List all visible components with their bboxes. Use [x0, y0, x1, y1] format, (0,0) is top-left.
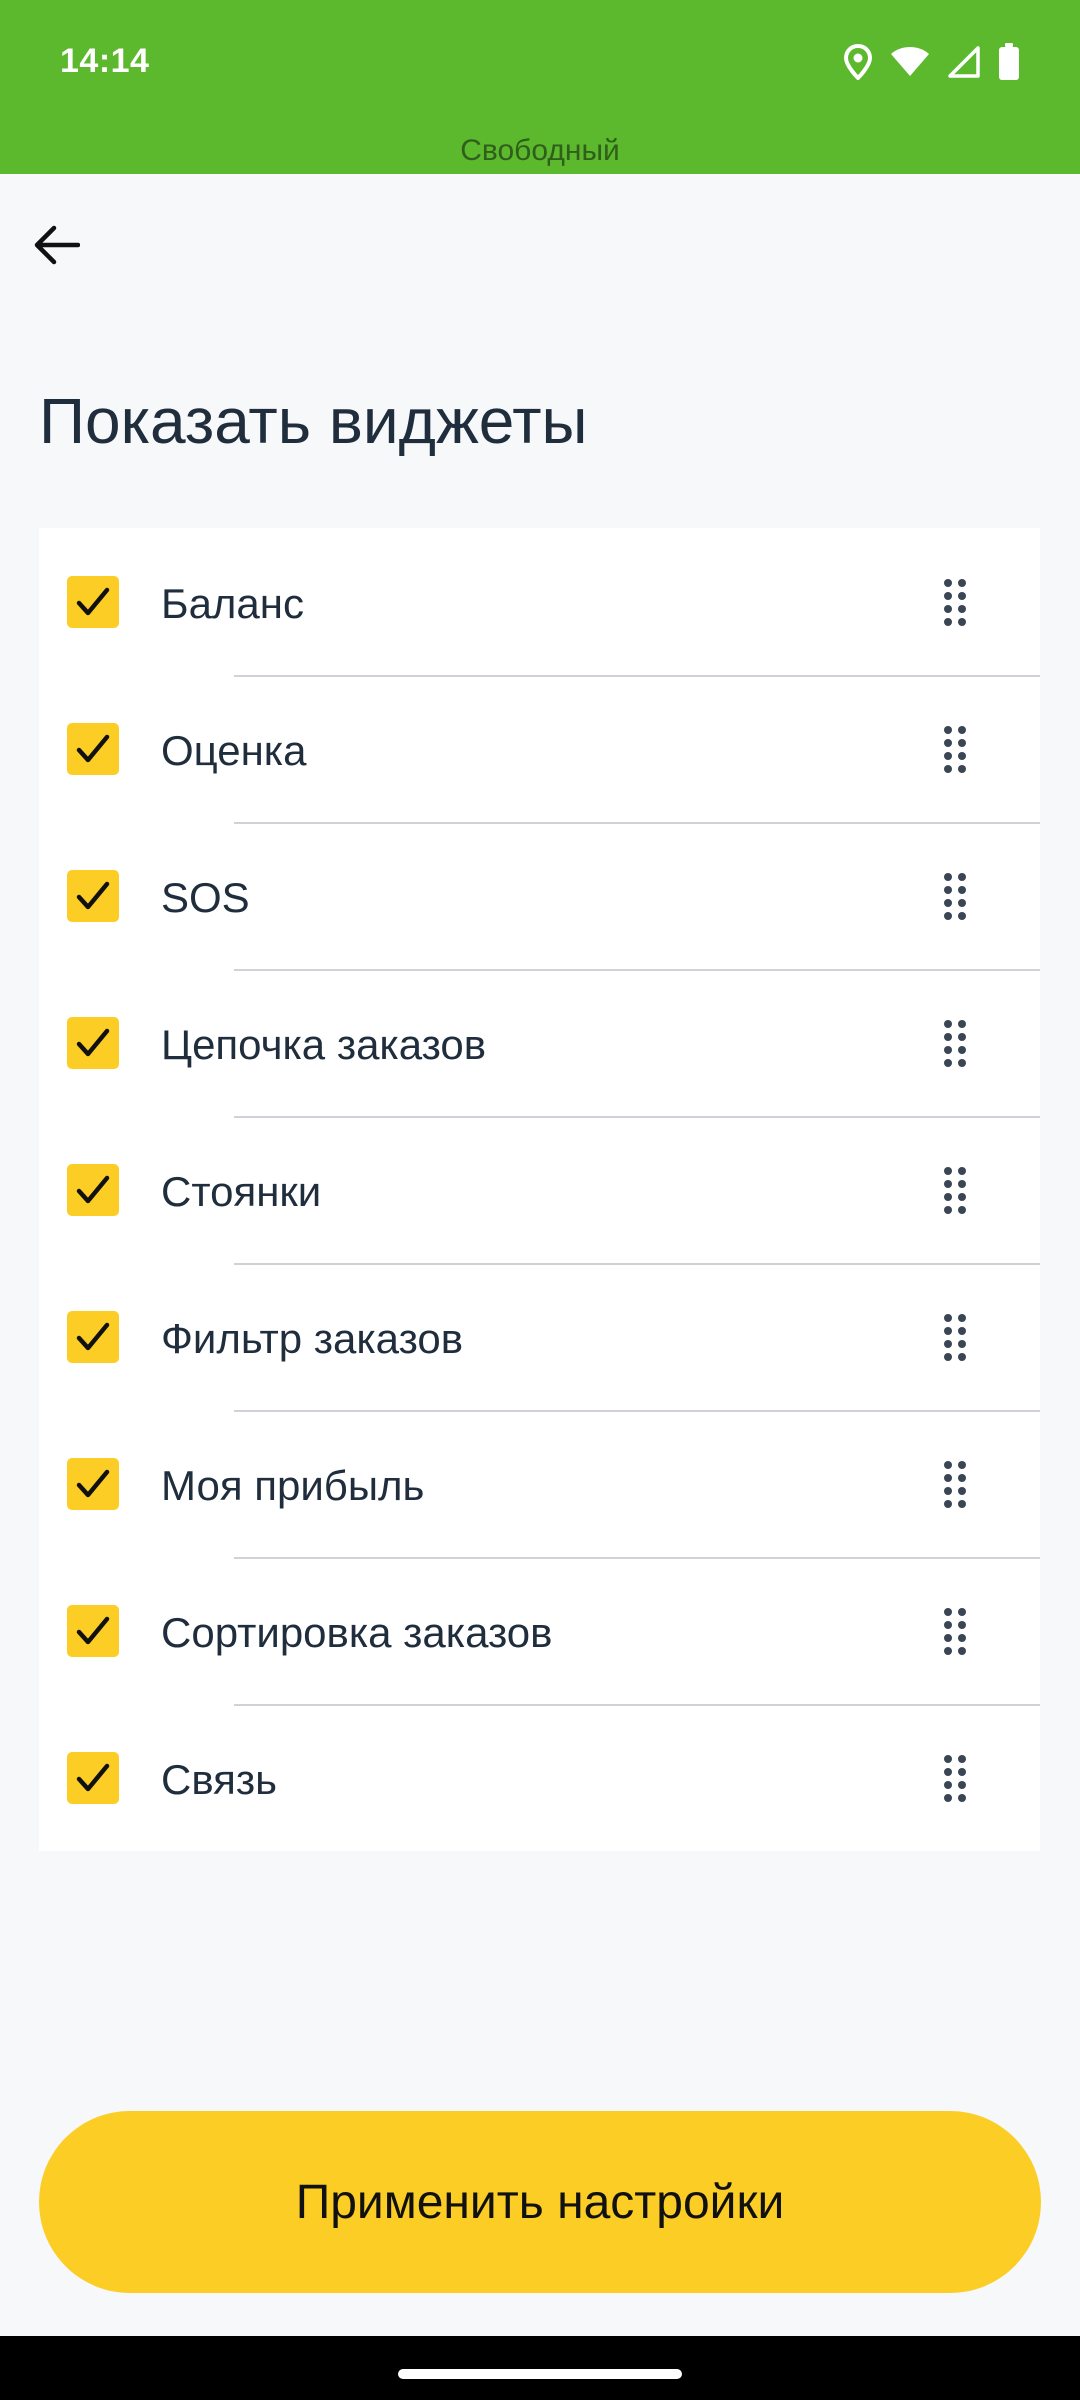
widget-label: Стоянки [161, 1168, 322, 1215]
driver-status-caption: Свободный [460, 134, 620, 167]
apply-settings-button[interactable]: Применить настройки [39, 2111, 1041, 2293]
widget-row-order-sorting[interactable]: Сортировка заказов [39, 1557, 1040, 1704]
status-time: 14:14 [60, 42, 150, 80]
widget-label: Сортировка заказов [161, 1609, 553, 1656]
widget-row-order-chain[interactable]: Цепочка заказов [39, 969, 1040, 1116]
drag-handle-icon[interactable] [923, 570, 987, 634]
page-title: Показать виджеты [39, 385, 588, 457]
widget-checkbox-parking[interactable] [67, 1164, 119, 1216]
checkmark-icon [76, 1616, 110, 1645]
drag-handle-icon[interactable] [923, 1158, 987, 1222]
widget-row-communication[interactable]: Связь [39, 1704, 1040, 1851]
checkmark-icon [76, 1175, 110, 1204]
drag-handle-icon[interactable] [923, 1746, 987, 1810]
checkmark-icon [76, 1469, 110, 1498]
widget-label: Оценка [161, 727, 307, 774]
widget-list: Баланс Оценка SOS Цепочка заказов Стоянк… [39, 528, 1040, 1851]
drag-handle-icon[interactable] [923, 1011, 987, 1075]
widget-row-my-profit[interactable]: Моя прибыль [39, 1410, 1040, 1557]
widget-row-balance[interactable]: Баланс [39, 528, 1040, 675]
wifi-icon [890, 46, 930, 78]
widget-checkbox-sos[interactable] [67, 870, 119, 922]
status-bar: 14:14 Свободный [0, 0, 1080, 174]
widget-label: Баланс [161, 580, 304, 627]
widget-checkbox-my-profit[interactable] [67, 1458, 119, 1510]
widget-checkbox-order-filter[interactable] [67, 1311, 119, 1363]
cellular-signal-icon [948, 46, 980, 78]
checkmark-icon [76, 1763, 110, 1792]
checkmark-icon [76, 1028, 110, 1057]
widget-checkbox-balance[interactable] [67, 576, 119, 628]
widget-label: Фильтр заказов [161, 1315, 464, 1362]
checkmark-icon [76, 734, 110, 763]
navigation-bar [0, 2336, 1080, 2400]
status-icons [844, 40, 1020, 84]
checkmark-icon [76, 1322, 110, 1351]
battery-icon [998, 43, 1020, 81]
widget-label: Связь [161, 1756, 278, 1803]
drag-handle-icon[interactable] [923, 1599, 987, 1663]
drag-handle-icon[interactable] [923, 1452, 987, 1516]
widget-label: Моя прибыль [161, 1462, 425, 1509]
checkmark-icon [76, 881, 110, 910]
widget-checkbox-communication[interactable] [67, 1752, 119, 1804]
widget-row-parking[interactable]: Стоянки [39, 1116, 1040, 1263]
checkmark-icon [76, 587, 110, 616]
widget-checkbox-rating[interactable] [67, 723, 119, 775]
widget-row-order-filter[interactable]: Фильтр заказов [39, 1263, 1040, 1410]
location-icon [844, 44, 872, 80]
arrow-left-icon[interactable] [34, 225, 81, 270]
widget-checkbox-order-sorting[interactable] [67, 1605, 119, 1657]
drag-handle-icon[interactable] [923, 1305, 987, 1369]
widget-label: Цепочка заказов [161, 1021, 487, 1068]
widget-row-rating[interactable]: Оценка [39, 675, 1040, 822]
back-button[interactable] [22, 212, 92, 282]
widget-row-sos[interactable]: SOS [39, 822, 1040, 969]
home-indicator[interactable] [398, 2369, 682, 2379]
drag-handle-icon[interactable] [923, 864, 987, 928]
widget-label: SOS [161, 874, 250, 921]
drag-handle-icon[interactable] [923, 717, 987, 781]
widget-checkbox-order-chain[interactable] [67, 1017, 119, 1069]
